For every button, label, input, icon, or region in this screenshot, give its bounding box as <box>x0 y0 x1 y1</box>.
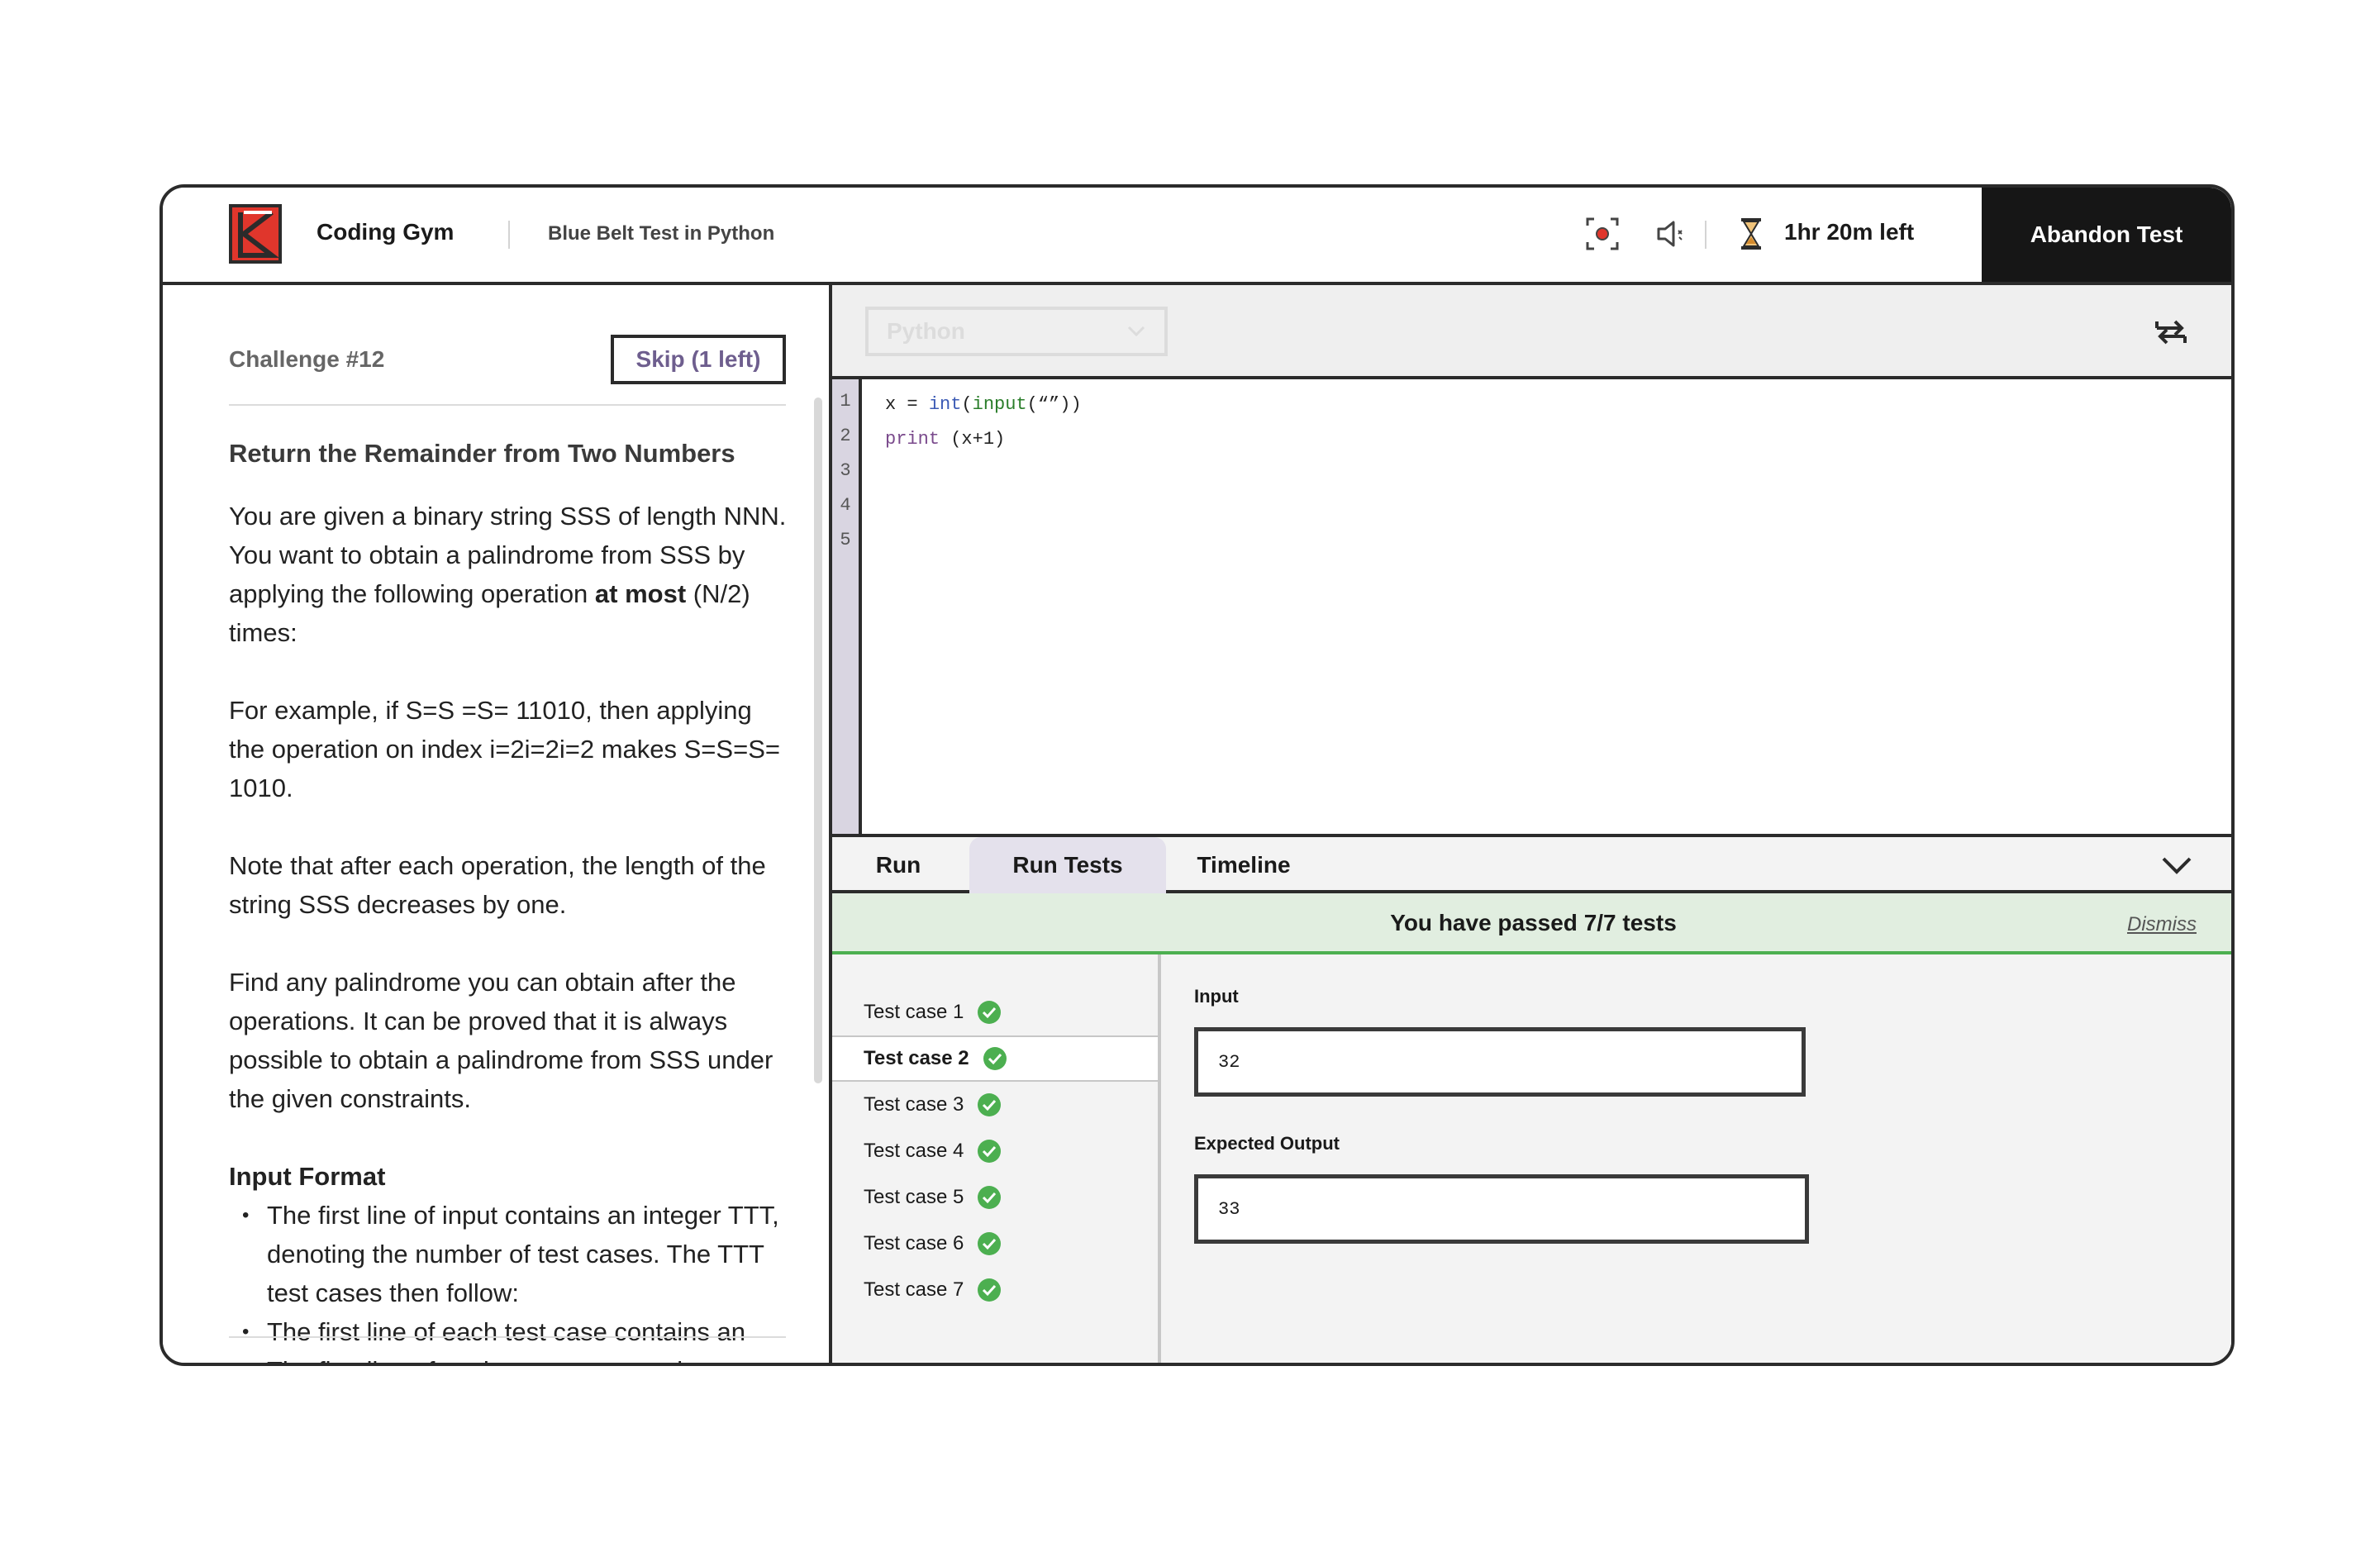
input-format-list: The first line of input contains an inte… <box>229 1196 791 1363</box>
check-circle-icon <box>978 1093 1002 1116</box>
expected-output-label: Expected Output <box>1194 1133 1340 1154</box>
test-case-item[interactable]: Test case 2 <box>832 1035 1158 1082</box>
problem-paragraph: Note that after each operation, the leng… <box>229 851 766 919</box>
problem-scrollbar[interactable] <box>814 397 822 1083</box>
test-case-item[interactable]: Test case 4 <box>832 1128 1158 1174</box>
app-name: Coding Gym <box>317 219 455 245</box>
line-number: 5 <box>840 530 851 550</box>
problem-title: Return the Remainder from Two Numbers <box>229 439 735 468</box>
input-label: Input <box>1194 986 1239 1007</box>
line-number: 2 <box>840 426 851 446</box>
output-tabs: Run Run Tests Timeline <box>832 837 2231 893</box>
input-value-box: 32 <box>1194 1027 1806 1097</box>
test-result-banner: You have passed 7/7 tests Dismiss <box>832 893 2231 954</box>
code-line: x = int(input(“”)) <box>885 394 1082 415</box>
app-window: Coding Gym Blue Belt Test in Python 1hr … <box>159 184 2235 1366</box>
tab-run[interactable]: Run <box>849 837 948 893</box>
code-line: print (x+1) <box>885 429 1006 450</box>
check-circle-icon <box>983 1047 1007 1070</box>
tab-timeline[interactable]: Timeline <box>1176 837 1311 893</box>
test-case-list: Test case 1 Test case 2 Test case 3 Test… <box>832 954 1161 1363</box>
list-item: The first line of each test case contain… <box>242 1351 791 1363</box>
dismiss-link[interactable]: Dismiss <box>2127 913 2197 936</box>
language-value: Python <box>887 318 965 344</box>
line-number: 3 <box>840 460 851 481</box>
header-divider <box>508 221 510 249</box>
record-icon[interactable] <box>1584 216 1621 252</box>
swap-layout-icon[interactable] <box>2152 313 2190 351</box>
editor-panel: Python 1 2 3 4 5 x = int(input(“”)) prin… <box>832 285 2231 1363</box>
top-bar: Coding Gym Blue Belt Test in Python 1hr … <box>163 188 2231 285</box>
line-number-gutter: 1 2 3 4 5 <box>832 379 862 834</box>
check-circle-icon <box>978 1140 1002 1163</box>
line-number: 1 <box>840 391 851 412</box>
input-format-title: Input Format <box>229 1162 386 1191</box>
coding-gym-logo <box>229 204 282 264</box>
problem-paragraph: For example, if S=S =S= 11010, then appl… <box>229 696 780 802</box>
problem-statement: Return the Remainder from Two Numbers Yo… <box>229 439 791 1363</box>
tab-run-tests[interactable]: Run Tests <box>969 837 1166 893</box>
test-name: Blue Belt Test in Python <box>548 222 775 245</box>
list-item: The first line of each test case contain… <box>242 1312 791 1351</box>
skip-button[interactable]: Skip (1 left) <box>611 335 786 384</box>
chevron-down-icon <box>1127 326 1145 337</box>
test-case-item[interactable]: Test case 6 <box>832 1221 1158 1267</box>
editor-toolbar: Python <box>832 285 2231 379</box>
problem-paragraph: You are given a binary string SSS of len… <box>229 502 787 647</box>
problem-paragraph: Find any palindrome you can obtain after… <box>229 968 774 1113</box>
header-divider <box>1705 221 1706 249</box>
list-item: The first line of input contains an inte… <box>242 1196 791 1312</box>
check-circle-icon <box>978 1278 1002 1302</box>
expected-output-box: 33 <box>1194 1174 1809 1244</box>
time-remaining: 1hr 20m left <box>1784 219 1915 245</box>
code-content[interactable]: x = int(input(“”)) print (x+1) <box>885 388 1082 457</box>
challenge-number: Challenge #12 <box>229 346 385 372</box>
check-circle-icon <box>978 1001 1002 1024</box>
test-case-item[interactable]: Test case 3 <box>832 1082 1158 1128</box>
hourglass-icon <box>1741 218 1761 250</box>
test-case-detail: Input 32 Expected Output 33 <box>1161 954 2231 1363</box>
language-select[interactable]: Python <box>865 307 1168 356</box>
abandon-test-button[interactable]: Abandon Test <box>1982 188 2231 282</box>
mute-icon[interactable] <box>1654 216 1690 252</box>
test-case-item[interactable]: Test case 5 <box>832 1174 1158 1221</box>
result-message: You have passed 7/7 tests <box>1390 910 1677 935</box>
divider <box>229 1336 786 1338</box>
collapse-chevron-icon[interactable] <box>2160 854 2193 878</box>
line-number: 4 <box>840 495 851 516</box>
check-circle-icon <box>978 1232 1002 1255</box>
check-circle-icon <box>978 1186 1002 1209</box>
test-case-item[interactable]: Test case 1 <box>832 989 1158 1035</box>
divider <box>229 404 786 406</box>
code-editor[interactable]: 1 2 3 4 5 x = int(input(“”)) print (x+1) <box>832 379 2231 837</box>
problem-panel: Challenge #12 Skip (1 left) Return the R… <box>163 285 832 1363</box>
test-case-item[interactable]: Test case 7 <box>832 1267 1158 1313</box>
